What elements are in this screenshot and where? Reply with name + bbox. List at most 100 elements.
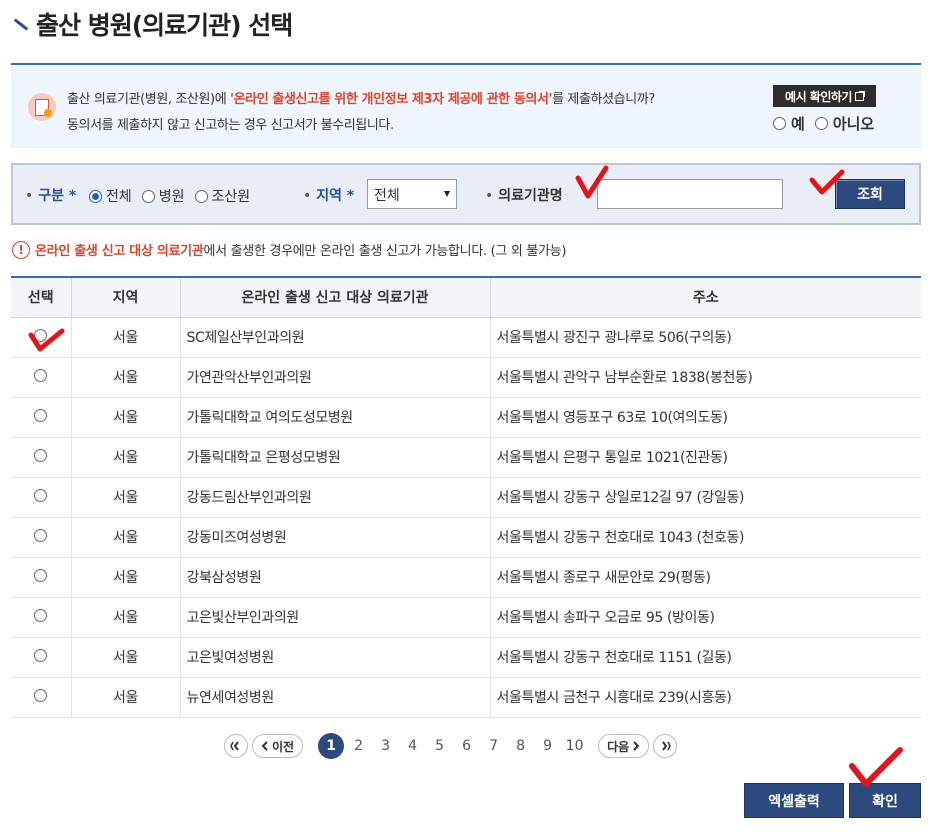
- row-address: 서울특별시 관악구 남부순환로 1838(봉천동): [489, 357, 921, 398]
- consent-no-radio[interactable]: [814, 117, 828, 130]
- row-institution-name: 강동드림산부인과의원: [179, 477, 490, 518]
- page-number-8[interactable]: 8: [507, 738, 534, 754]
- row-select-cell: [11, 597, 71, 638]
- consent-box: 출산 의료기관(병원, 조산원)에 '온라인 출생신고를 위한 개인정보 제3자…: [11, 63, 921, 148]
- table-row: 서울 SC제일산부인과의원 서울특별시 광진구 광나루로 506(구의동): [11, 317, 921, 358]
- type-midwifery-radio[interactable]: [194, 189, 208, 203]
- row-region: 서울: [70, 677, 180, 718]
- external-link-icon: [854, 90, 865, 101]
- confirm-button[interactable]: 확인: [849, 783, 921, 818]
- type-option-midwifery[interactable]: 조산원: [194, 186, 250, 206]
- page-title: 출산 병원(의료기관) 선택: [36, 11, 293, 40]
- page-number-7[interactable]: 7: [480, 738, 507, 754]
- row-select-radio[interactable]: [34, 568, 48, 582]
- page-number-6[interactable]: 6: [453, 738, 480, 754]
- row-region: 서울: [70, 517, 180, 558]
- row-select-cell: [11, 357, 71, 398]
- page-number-3[interactable]: 3: [372, 738, 399, 754]
- page-number-9[interactable]: 9: [534, 738, 561, 754]
- row-select-radio[interactable]: [34, 608, 48, 622]
- type-option-all[interactable]: 전체: [89, 186, 132, 206]
- row-select-radio[interactable]: [34, 528, 48, 542]
- example-button-label: 예시 확인하기: [785, 89, 852, 104]
- row-select-radio[interactable]: [34, 648, 48, 662]
- prev-page-button[interactable]: 이전: [252, 734, 304, 758]
- title-slash-icon: [12, 16, 28, 32]
- consent-warning: 동의서를 제출하지 않고 신고하는 경우 신고서가 불수리됩니다.: [67, 118, 394, 133]
- row-address: 서울특별시 강동구 천호대로 1151 (길동): [489, 637, 921, 678]
- region-select-value: 전체: [374, 188, 400, 204]
- consent-text-prefix: 출산 의료기관(병원, 조산원)에: [67, 92, 230, 107]
- first-page-button[interactable]: [224, 734, 248, 758]
- institution-table: 선택 지역 온라인 출생 신고 대상 의료기관 주소 서울 SC제일산부인과의원 서…: [11, 276, 921, 718]
- next-page-button[interactable]: 다음: [598, 734, 650, 758]
- page-header: 출산 병원(의료기관) 선택: [12, 6, 293, 42]
- page-number-1[interactable]: 1: [318, 733, 345, 759]
- example-button[interactable]: 예시 확인하기: [773, 85, 876, 107]
- row-region: 서울: [70, 597, 180, 638]
- double-chevron-right-icon: [662, 741, 672, 751]
- row-select-cell: [11, 317, 71, 358]
- table-row: 서울 가톨릭대학교 은평성모병원 서울특별시 은평구 통일로 1021(진관동): [11, 437, 921, 478]
- row-region: 서울: [70, 317, 180, 358]
- row-select-radio[interactable]: [34, 688, 48, 702]
- row-institution-name: 가톨릭대학교 은평성모병원: [179, 437, 490, 478]
- type-radio-group: 전체 병원 조산원: [89, 186, 260, 206]
- page-number-5[interactable]: 5: [426, 738, 453, 754]
- row-institution-name: 강동미즈여성병원: [179, 517, 490, 558]
- row-select-radio[interactable]: [34, 448, 48, 462]
- consent-text-suffix: 를 제출하셨습니까?: [552, 92, 655, 107]
- type-hospital-radio[interactable]: [141, 189, 155, 203]
- region-label: • 지역 *: [303, 188, 355, 204]
- table-row: 서울 강동미즈여성병원 서울특별시 강동구 천호대로 1043 (천호동): [11, 517, 921, 558]
- page-number-10[interactable]: 10: [561, 738, 588, 754]
- row-select-radio[interactable]: [34, 488, 48, 502]
- page-number-4[interactable]: 4: [399, 738, 426, 754]
- next-page-label: 다음: [607, 739, 630, 754]
- row-select-cell: [11, 677, 71, 718]
- table-row: 서울 뉴연세여성병원 서울특별시 금천구 시흥대로 239(시흥동): [11, 677, 921, 718]
- consent-yes-radio[interactable]: [773, 117, 786, 130]
- query-button[interactable]: 조회: [835, 179, 905, 209]
- row-select-radio[interactable]: [34, 408, 48, 422]
- eligibility-notice: ! 온라인 출생 신고 대상 의료기관 에서 출생한 경우에만 온라인 출생 신고…: [12, 240, 566, 259]
- row-address: 서울특별시 영등포구 63로 10(여의도동): [489, 397, 921, 438]
- excel-export-button[interactable]: 엑셀출력: [744, 783, 844, 818]
- consent-no-option[interactable]: 아니오: [814, 113, 874, 134]
- row-institution-name: 뉴연세여성병원: [179, 677, 490, 718]
- row-select-cell: [11, 637, 71, 678]
- row-institution-name: 고은빛산부인과의원: [179, 597, 490, 638]
- row-institution-name: 고은빛여성병원: [179, 637, 490, 678]
- row-institution-name: SC제일산부인과의원: [179, 317, 490, 358]
- last-page-button[interactable]: [653, 734, 678, 758]
- chevron-right-icon: [633, 741, 640, 751]
- row-region: 서울: [70, 397, 180, 438]
- page-number-list: 1 2 3 4 5 6 7 8 9 10: [317, 733, 588, 759]
- consent-question: 출산 의료기관(병원, 조산원)에 '온라인 출생신고를 위한 개인정보 제3자…: [67, 88, 655, 107]
- row-region: 서울: [70, 357, 180, 398]
- row-address: 서울특별시 송파구 오금로 95 (방이동): [489, 597, 921, 638]
- row-select-radio[interactable]: [34, 328, 48, 342]
- consent-radio-group: 예 아니오: [773, 113, 884, 134]
- type-option-hospital[interactable]: 병원: [141, 186, 185, 206]
- type-all-radio[interactable]: [89, 189, 102, 203]
- notice-text: 에서 출생한 경우에만 온라인 출생 신고가 가능합니다. (그 외 불가능): [203, 244, 567, 259]
- row-select-radio[interactable]: [34, 368, 48, 382]
- header-select: 선택: [11, 276, 71, 318]
- notice-highlight: 온라인 출생 신고 대상 의료기관: [35, 244, 204, 259]
- prev-page-label: 이전: [272, 739, 295, 754]
- warning-icon: !: [12, 240, 30, 259]
- region-select[interactable]: 전체: [367, 179, 457, 209]
- table-row: 서울 고은빛여성병원 서울특별시 강동구 천호대로 1151 (길동): [11, 637, 921, 678]
- table-row: 서울 강북삼성병원 서울특별시 종로구 새문안로 29(평동): [11, 557, 921, 598]
- row-institution-name: 가연관악산부인과의원: [179, 357, 490, 398]
- row-address: 서울특별시 강동구 천호대로 1043 (천호동): [489, 517, 921, 558]
- institution-name-input[interactable]: [597, 179, 783, 209]
- search-panel: • 구분 * 전체 병원 조산원 • 지역 * 전체 • 의료기관명 조회: [11, 163, 921, 225]
- table-row: 서울 강동드림산부인과의원 서울특별시 강동구 상일로12길 97 (강일동): [11, 477, 921, 518]
- consent-yes-option[interactable]: 예: [773, 113, 805, 134]
- page-number-2[interactable]: 2: [345, 738, 372, 754]
- row-region: 서울: [70, 557, 180, 598]
- row-select-cell: [11, 557, 71, 598]
- row-address: 서울특별시 강동구 상일로12길 97 (강일동): [489, 477, 921, 518]
